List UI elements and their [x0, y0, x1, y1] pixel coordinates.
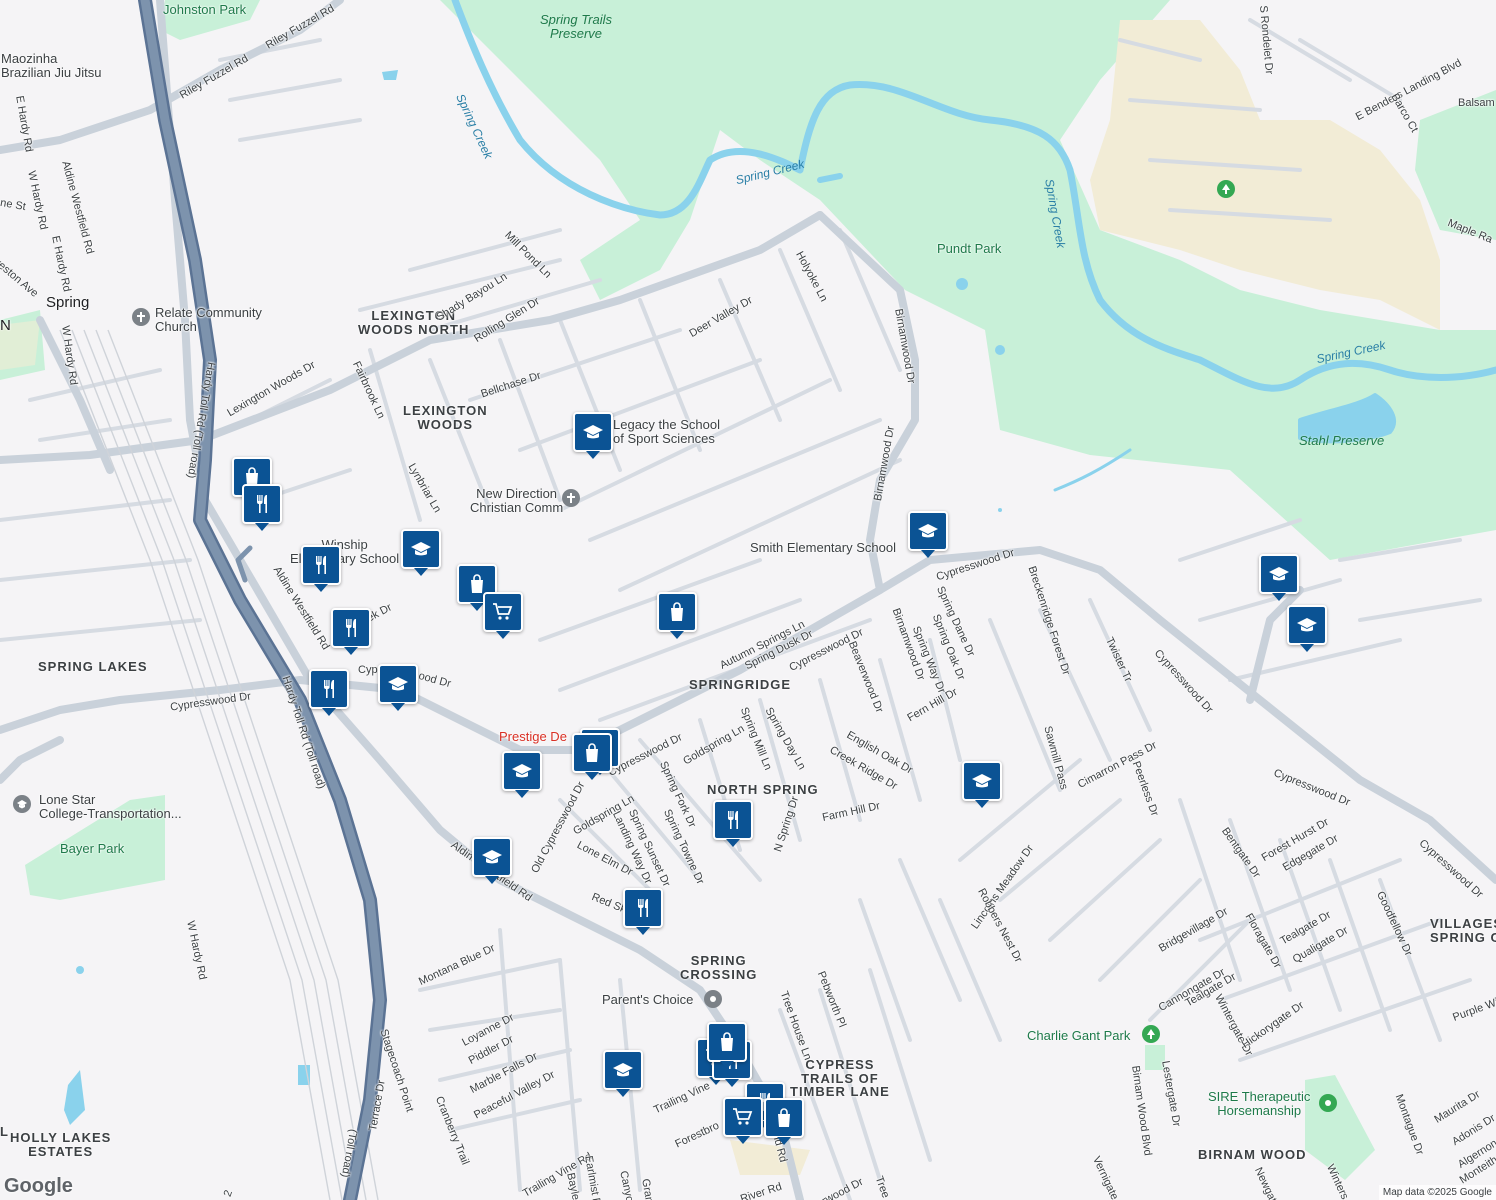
- grocery-marker[interactable]: [483, 592, 523, 639]
- shopping-bag-icon: [586, 743, 598, 762]
- street-label: Balsam: [1458, 97, 1495, 109]
- church-icon[interactable]: [562, 489, 580, 507]
- area-fragment-label: N: [0, 317, 11, 334]
- shopping-bag-icon: [671, 602, 683, 621]
- graduation-cap-icon: [1269, 567, 1289, 581]
- johnston-park-label[interactable]: Johnston Park: [163, 3, 246, 17]
- restaurant-marker[interactable]: [713, 800, 753, 847]
- school-marker[interactable]: [378, 664, 418, 711]
- map-attribution[interactable]: Map data ©2025 Google: [1378, 1185, 1496, 1200]
- area-spring-crossing: SPRING CROSSING: [680, 953, 758, 982]
- school-marker[interactable]: [502, 751, 542, 798]
- graduation-cap-icon: [918, 524, 938, 538]
- school-marker[interactable]: [603, 1050, 643, 1097]
- shopping-bag-icon: [721, 1032, 733, 1051]
- google-logo: Google: [4, 1175, 73, 1197]
- park-pin-icon[interactable]: [1319, 1094, 1337, 1112]
- restaurant-icon: [346, 619, 356, 637]
- area-springridge: SPRINGRIDGE: [689, 677, 792, 692]
- city-spring-label[interactable]: Spring: [46, 295, 89, 311]
- bayer-park-label[interactable]: Bayer Park: [60, 842, 124, 856]
- park-tree-icon[interactable]: [1217, 180, 1235, 198]
- shopping-marker[interactable]: [657, 592, 697, 639]
- restaurant-marker[interactable]: [331, 608, 371, 655]
- prestige-label[interactable]: Prestige De: [499, 730, 567, 744]
- lone-star-label[interactable]: Lone Star College-Transportation...: [39, 793, 182, 820]
- restaurant-icon: [316, 556, 326, 574]
- map-canvas[interactable]: LEXINGTON WOODS NORTH LEXINGTON WOODS SPRI…: [0, 0, 1496, 1200]
- graduation-cap-icon: [1297, 618, 1317, 632]
- relate-church-label[interactable]: Relate Community Church: [155, 306, 262, 333]
- park-tree-icon[interactable]: [1142, 1025, 1160, 1043]
- restaurant-icon: [324, 680, 334, 698]
- graduation-cap-icon: [482, 850, 502, 864]
- parents-choice-label[interactable]: Parent's Choice: [602, 993, 693, 1007]
- graduation-cap-icon: [388, 677, 408, 691]
- area-cypress-trails: CYPRESS TRAILS OF TIMBER LANE: [790, 1057, 890, 1100]
- school-marker[interactable]: [1259, 554, 1299, 601]
- graduation-cap-icon: [512, 764, 532, 778]
- area-fragment-label: L: [0, 1124, 9, 1139]
- stahl-preserve-label[interactable]: Stahl Preserve: [1299, 434, 1384, 448]
- graduation-cap-icon: [583, 425, 603, 439]
- school-marker[interactable]: [573, 412, 613, 459]
- restaurant-marker[interactable]: [309, 669, 349, 716]
- area-holly-lakes: HOLLY LAKES ESTATES: [10, 1130, 112, 1159]
- school-marker[interactable]: [1287, 605, 1327, 652]
- shopping-bag-icon: [778, 1108, 790, 1127]
- shopping-cart-icon: [493, 603, 513, 620]
- new-direction-label[interactable]: New Direction Christian Comm: [470, 487, 563, 514]
- grocery-marker[interactable]: [723, 1097, 763, 1144]
- graduation-cap-icon: [411, 542, 431, 556]
- shopping-marker[interactable]: [764, 1098, 804, 1145]
- sire-label[interactable]: SIRE Therapeutic Horsemanship: [1208, 1090, 1310, 1117]
- area-villages: VILLAGES SPRING O: [1430, 916, 1496, 945]
- charlie-gant-label[interactable]: Charlie Gant Park: [1027, 1029, 1130, 1043]
- shopping-cart-icon: [733, 1108, 753, 1125]
- restaurant-icon: [638, 899, 648, 917]
- area-birnam-wood: BIRNAM WOOD: [1198, 1147, 1307, 1162]
- school-marker[interactable]: [472, 837, 512, 884]
- restaurant-marker[interactable]: [623, 888, 663, 935]
- shopping-marker[interactable]: [572, 733, 612, 780]
- restaurant-marker[interactable]: [301, 545, 341, 592]
- pundt-park-label[interactable]: Pundt Park: [937, 242, 1001, 256]
- restaurant-icon: [257, 495, 267, 513]
- restaurant-icon: [728, 811, 738, 829]
- spring-trails-preserve-label[interactable]: Spring Trails Preserve: [540, 13, 612, 40]
- restaurant-marker[interactable]: [242, 484, 282, 531]
- shopping-marker[interactable]: [707, 1022, 747, 1069]
- legacy-school-label[interactable]: Legacy the School of Sport Sciences: [613, 418, 720, 445]
- area-spring-lakes: SPRING LAKES: [38, 659, 148, 674]
- school-marker[interactable]: [908, 511, 948, 558]
- street-label: Cyp: [358, 664, 378, 676]
- school-icon[interactable]: [13, 795, 31, 813]
- graduation-cap-icon: [613, 1063, 633, 1077]
- school-marker[interactable]: [962, 761, 1002, 808]
- maozinha-label[interactable]: Maozinha Brazilian Jiu Jitsu: [1, 52, 101, 79]
- smith-elementary-label[interactable]: Smith Elementary School: [750, 541, 896, 555]
- area-north-spring: NORTH SPRING: [707, 782, 819, 797]
- graduation-cap-icon: [972, 774, 992, 788]
- place-icon[interactable]: [704, 990, 722, 1008]
- school-marker[interactable]: [401, 529, 441, 576]
- area-lexington-woods: LEXINGTON WOODS: [403, 403, 488, 432]
- church-icon[interactable]: [132, 308, 150, 326]
